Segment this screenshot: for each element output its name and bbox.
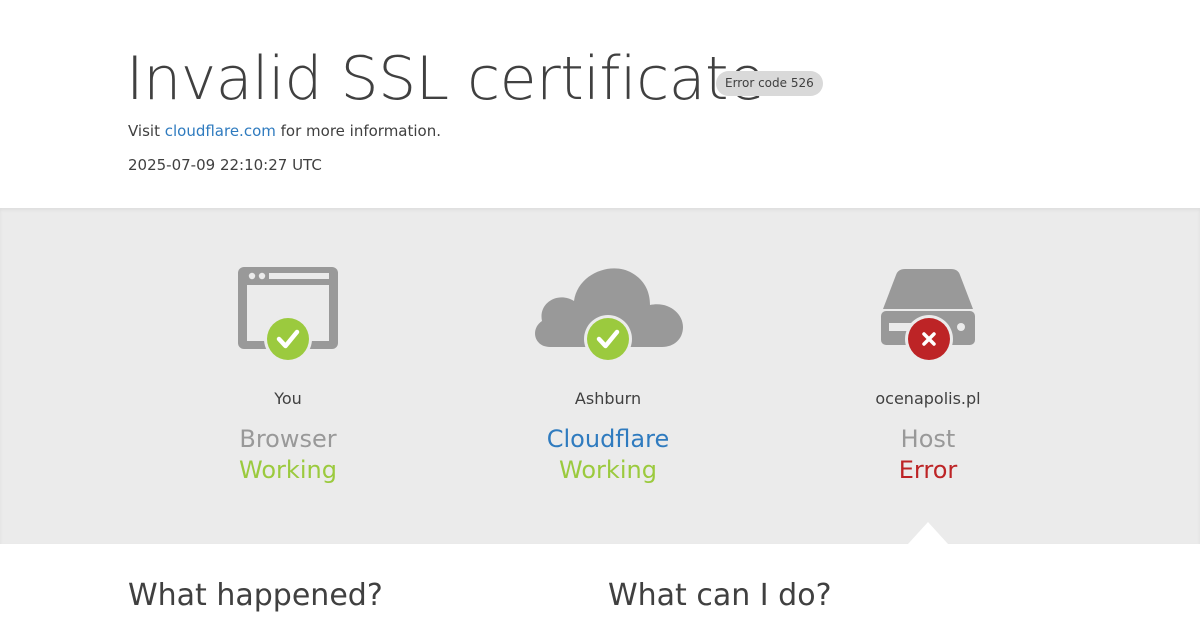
- what-happened-heading: What happened?: [128, 578, 383, 613]
- visit-prefix: Visit: [128, 122, 165, 140]
- node-location: You: [274, 389, 302, 408]
- node-status: Error: [898, 456, 958, 484]
- what-can-i-do-heading: What can I do?: [608, 578, 832, 613]
- info-line: Visit cloudflare.com for more informatio…: [128, 121, 441, 141]
- node-name: Browser: [239, 425, 337, 453]
- cloud-icon: [528, 263, 688, 367]
- browser-icon: [233, 263, 343, 367]
- node-cloudflare: Ashburn Cloudflare Working: [448, 208, 768, 544]
- node-name: Host: [900, 425, 956, 453]
- status-diagram: You Browser Working Ashburn Cloudflare W…: [0, 208, 1200, 544]
- cloudflare-name-link[interactable]: Cloudflare: [448, 423, 768, 455]
- node-browser: You Browser Working: [128, 208, 448, 544]
- explanation-section: What happened? What can I do?: [0, 544, 1200, 630]
- node-location: Ashburn: [574, 389, 642, 408]
- node-location: ocenapolis.pl: [875, 389, 981, 408]
- node-status: Working: [559, 456, 657, 484]
- status-ok-icon: [264, 315, 312, 363]
- error-code-badge: Error code 526: [716, 71, 823, 96]
- timestamp: 2025-07-09 22:10:27 UTC: [128, 156, 322, 174]
- server-icon: [873, 263, 983, 367]
- status-error-icon: [905, 315, 953, 363]
- node-status: Working: [239, 456, 337, 484]
- node-host: ocenapolis.pl Host Error: [768, 208, 1088, 544]
- error-pointer-caret: [908, 522, 948, 544]
- visit-suffix: for more information.: [275, 122, 441, 140]
- cloudflare-link[interactable]: cloudflare.com: [165, 122, 276, 140]
- page-title: Invalid SSL certificate: [126, 44, 765, 114]
- header: Invalid SSL certificate Error code 526 V…: [0, 0, 1200, 208]
- status-ok-icon: [584, 315, 632, 363]
